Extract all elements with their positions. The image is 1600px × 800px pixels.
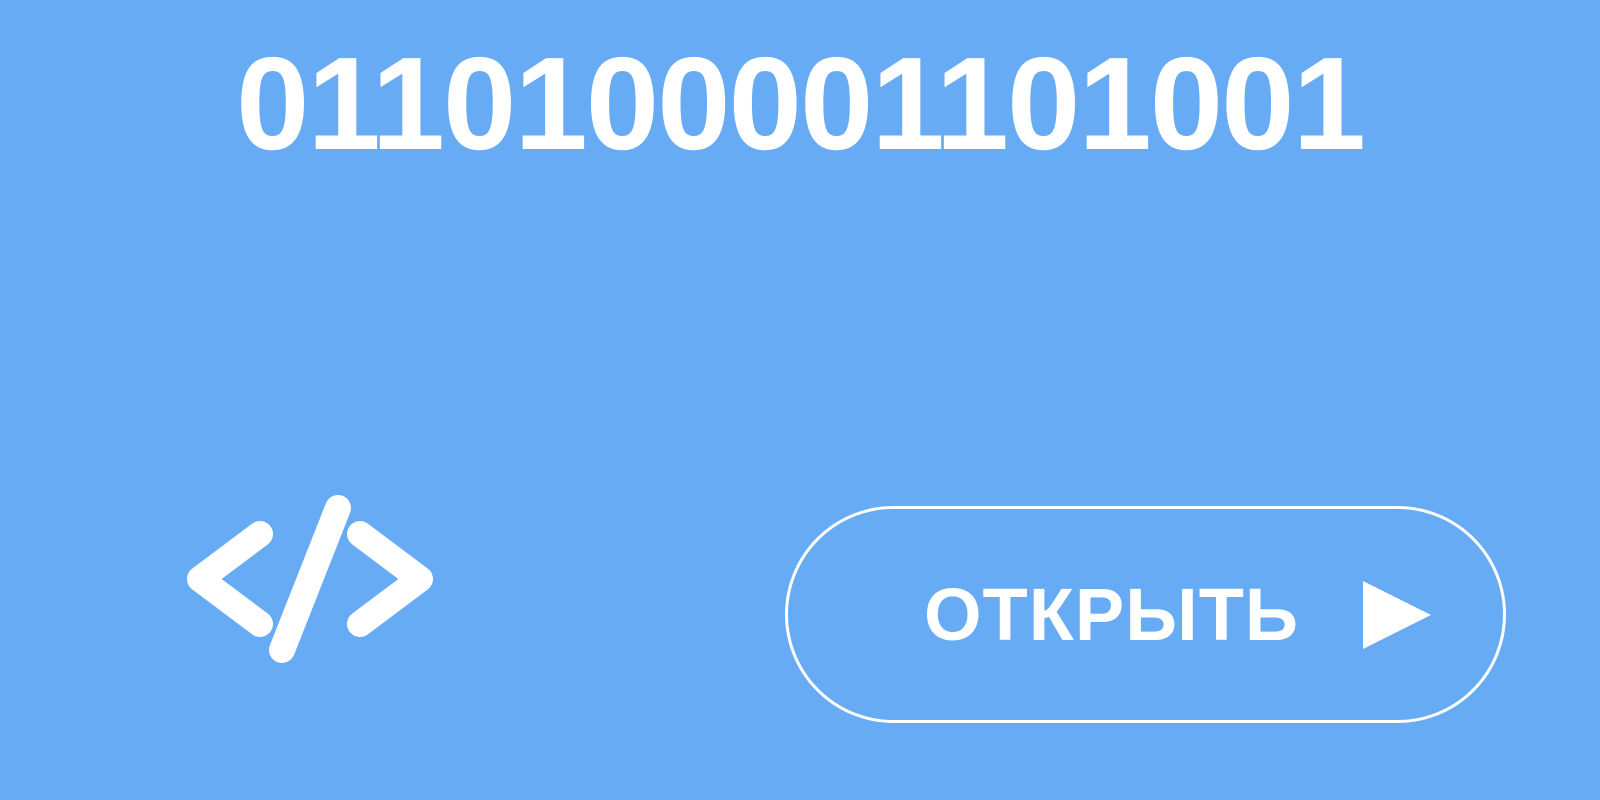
- binary-text: 0110100001101001: [235, 30, 1366, 177]
- play-icon: [1358, 575, 1436, 655]
- open-button-label: ОТКРЫТЬ: [924, 573, 1300, 656]
- open-button[interactable]: ОТКРЫТЬ: [785, 506, 1506, 723]
- binary-card: 0110100001101001 ОТКРЫТЬ: [0, 0, 1600, 800]
- code-icon: [176, 492, 444, 664]
